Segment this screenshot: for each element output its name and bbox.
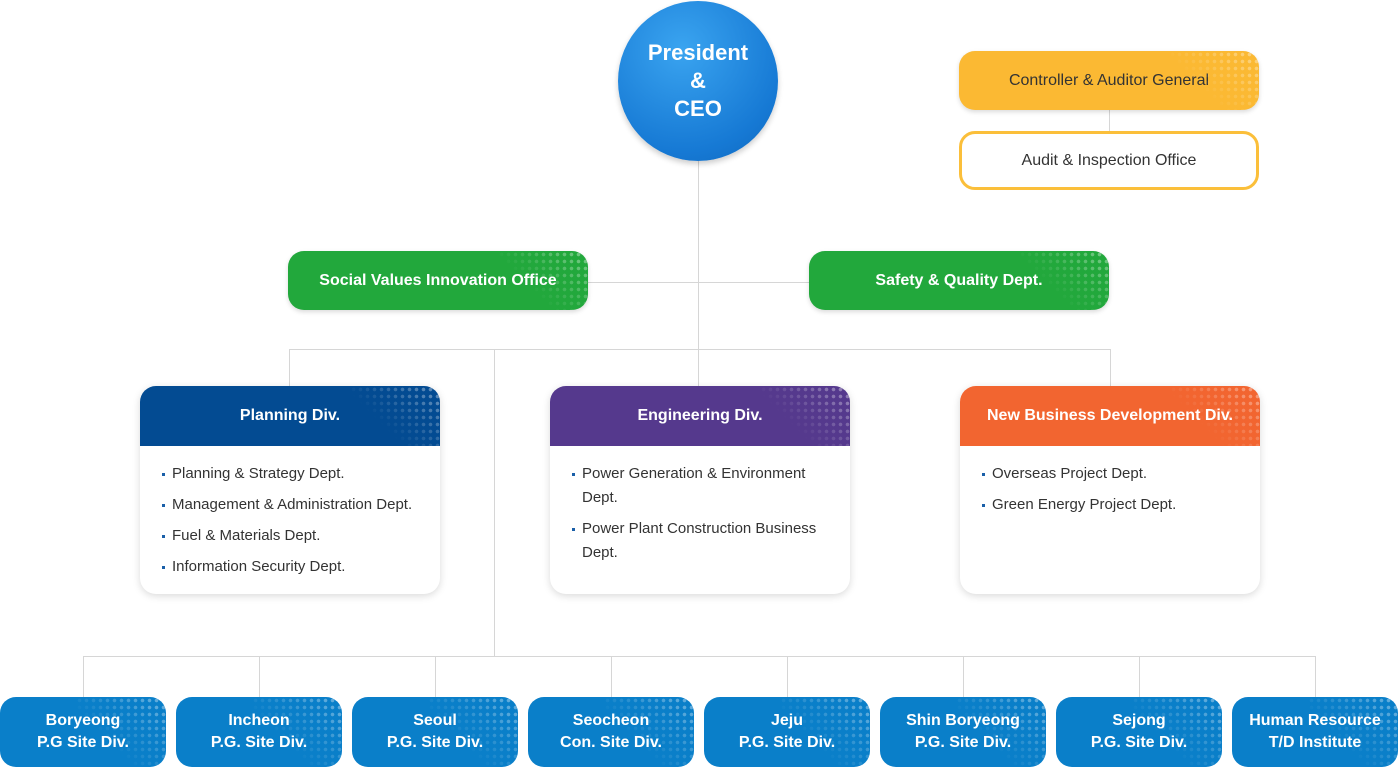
site-division-node[interactable]: Human Resource T/D Institute [1232, 697, 1398, 767]
site-division-node[interactable]: Seocheon Con. Site Div. [528, 697, 694, 767]
connector [963, 656, 964, 697]
site-division-node[interactable]: Boryeong P.G Site Div. [0, 697, 166, 767]
connector [787, 656, 788, 697]
dept-item[interactable]: Power Plant Construction Business Dept. [572, 517, 830, 565]
dept-list: Overseas Project Dept. Green Energy Proje… [960, 446, 1260, 517]
dept-item[interactable]: Planning & Strategy Dept. [162, 462, 420, 486]
connector [83, 656, 1315, 657]
connector [289, 349, 1110, 350]
connector [83, 656, 84, 697]
connector [494, 349, 495, 656]
division-card[interactable]: Engineering Div. Power Generation & Envir… [550, 386, 850, 594]
site-line1: Human Resource [1249, 712, 1381, 729]
president-line: CEO [674, 96, 722, 121]
division-card[interactable]: Planning Div. Planning & Strategy Dept. Ma… [140, 386, 440, 594]
node-label: Controller & Auditor General [1008, 71, 1210, 89]
controller-auditor-node[interactable]: Controller & Auditor General [959, 51, 1259, 110]
site-division-node[interactable]: Jeju P.G. Site Div. [704, 697, 870, 767]
division-header: Engineering Div. [550, 386, 850, 446]
site-line2: P.G. Site Div. [738, 734, 836, 751]
node-label: Social Values Innovation Office [319, 271, 557, 289]
site-division-node[interactable]: Sejong P.G. Site Div. [1056, 697, 1222, 767]
site-line1: Sejong [1112, 712, 1166, 729]
site-line2: T/D Institute [1268, 734, 1362, 751]
dept-item[interactable]: Fuel & Materials Dept. [162, 524, 420, 548]
dept-list: Power Generation & Environment Dept. Powe… [550, 446, 850, 565]
division-header: New Business Development Div. [960, 386, 1260, 446]
node-label: Safety & Quality Dept. [875, 271, 1043, 289]
connector [698, 160, 699, 386]
connector [1139, 656, 1140, 697]
audit-inspection-node[interactable]: Audit & Inspection Office [959, 131, 1259, 190]
division-card[interactable]: New Business Development Div. Overseas Pr… [960, 386, 1260, 594]
connector [435, 656, 436, 697]
division-title: Engineering Div. [637, 407, 763, 424]
dept-list: Planning & Strategy Dept. Management & Ad… [140, 446, 440, 579]
node-label: Audit & Inspection Office [1021, 151, 1197, 169]
site-line2: P.G Site Div. [37, 734, 129, 751]
division-title: New Business Development Div. [987, 407, 1233, 424]
dept-item[interactable]: Green Energy Project Dept. [982, 493, 1240, 517]
division-header: Planning Div. [140, 386, 440, 446]
dept-item[interactable]: Management & Administration Dept. [162, 493, 420, 517]
dept-item[interactable]: Power Generation & Environment Dept. [572, 462, 830, 510]
social-values-office-node[interactable]: Social Values Innovation Office [288, 251, 588, 310]
president-line: President [647, 40, 749, 65]
connector [611, 656, 612, 697]
connector [259, 656, 260, 697]
connector [588, 282, 809, 283]
connector [1110, 349, 1111, 386]
division-title: Planning Div. [239, 407, 341, 424]
site-division-node[interactable]: Seoul P.G. Site Div. [352, 697, 518, 767]
safety-quality-node[interactable]: Safety & Quality Dept. [809, 251, 1109, 310]
dept-item[interactable]: Information Security Dept. [162, 555, 420, 579]
site-line2: Con. Site Div. [560, 734, 662, 751]
site-line1: Seocheon [572, 712, 650, 729]
site-line1: Boryeong [45, 712, 121, 729]
site-line1: Jeju [770, 712, 803, 729]
president-line: & [690, 68, 706, 93]
connector [289, 349, 290, 386]
connector [1315, 656, 1316, 697]
dept-item[interactable]: Overseas Project Dept. [982, 462, 1240, 486]
connector [1109, 110, 1110, 132]
site-line1: Shin Boryeong [906, 712, 1020, 729]
site-division-node[interactable]: Shin Boryeong P.G. Site Div. [880, 697, 1046, 767]
site-line2: P.G. Site Div. [210, 734, 308, 751]
site-line2: P.G. Site Div. [1090, 734, 1188, 751]
president-ceo-node[interactable]: President & CEO [618, 1, 778, 161]
site-line1: Incheon [228, 712, 290, 729]
site-line1: Seoul [413, 712, 457, 729]
site-line2: P.G. Site Div. [386, 734, 484, 751]
site-line2: P.G. Site Div. [914, 734, 1012, 751]
site-division-node[interactable]: Incheon P.G. Site Div. [176, 697, 342, 767]
